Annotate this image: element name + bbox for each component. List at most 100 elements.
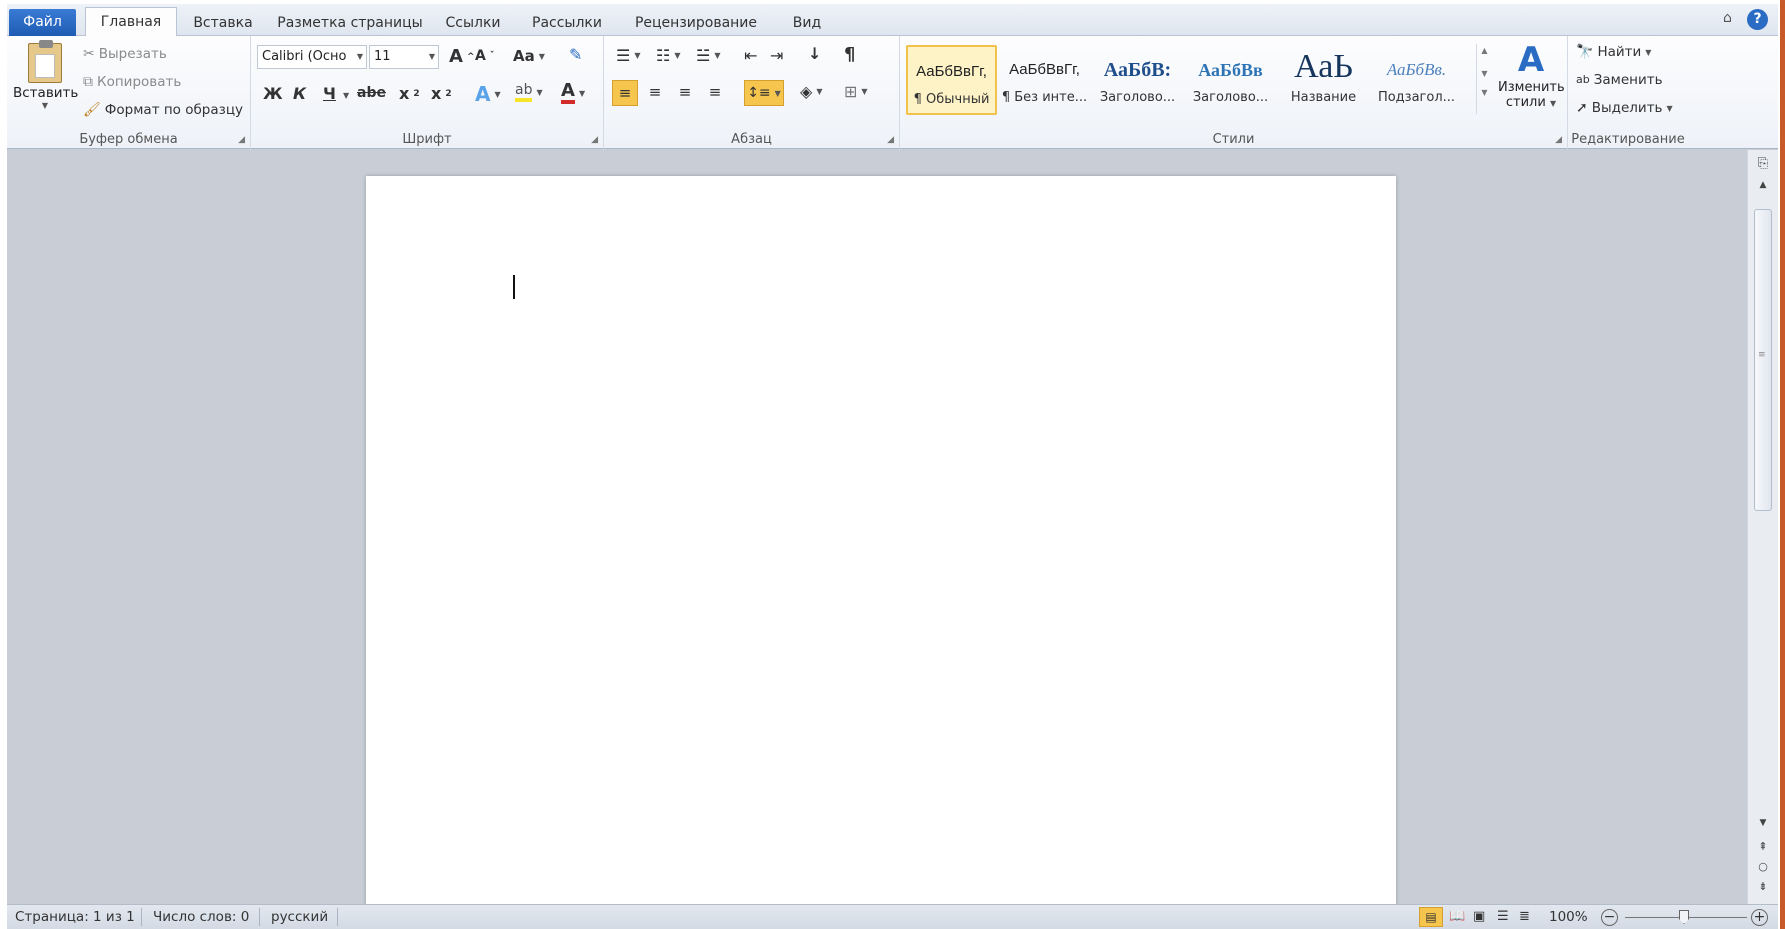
tab-references[interactable]: Ссылки xyxy=(443,11,503,35)
text-effects-icon[interactable]: A ▼ xyxy=(475,82,501,106)
minimize-ribbon-icon[interactable]: ⌂ xyxy=(1723,10,1732,26)
style-item[interactable]: АаБбВв. Подзагол... xyxy=(1371,45,1462,115)
tab-insert[interactable]: Вставка xyxy=(187,11,259,35)
zoom-slider-handle[interactable] xyxy=(1679,910,1689,924)
clear-formatting-icon[interactable]: ✎ xyxy=(569,45,582,64)
style-item[interactable]: АаЬ Название xyxy=(1278,45,1369,115)
font-size-dropdown-icon[interactable]: ▼ xyxy=(429,46,435,68)
vertical-scrollbar[interactable]: ⎘ ▲ ≡ ▼ ⇞ ○ ⇟ xyxy=(1747,150,1778,904)
numbering-button[interactable]: ☷ ▼ xyxy=(656,46,681,65)
underline-dropdown-icon[interactable]: ▼ xyxy=(343,91,349,100)
highlight-button[interactable]: ab ▼ xyxy=(515,82,543,102)
change-case-button[interactable]: Aa ▼ xyxy=(513,47,545,65)
strikethrough-button[interactable]: abe xyxy=(357,85,386,101)
select-browse-object-icon[interactable]: ○ xyxy=(1752,860,1774,873)
copy-button[interactable]: ⧉ Копировать xyxy=(83,72,181,92)
increase-indent-icon[interactable]: ⇥ xyxy=(770,46,783,65)
scroll-thumb[interactable]: ≡ xyxy=(1754,209,1772,511)
cursor-arrow-icon: ➚ xyxy=(1576,100,1588,116)
next-page-icon[interactable]: ⇟ xyxy=(1752,880,1774,893)
scroll-down-icon[interactable]: ▼ xyxy=(1752,818,1774,828)
bullets-button[interactable]: ☰ ▼ xyxy=(616,46,641,65)
help-icon[interactable]: ? xyxy=(1747,9,1768,30)
document-area xyxy=(7,150,1747,916)
font-size-box[interactable]: 11 ▼ xyxy=(369,45,439,69)
find-button[interactable]: 🔭 Найти ▼ xyxy=(1576,42,1651,62)
tab-home[interactable]: Главная xyxy=(85,7,177,37)
tab-page-layout[interactable]: Разметка страницы xyxy=(275,11,425,35)
italic-button[interactable]: К xyxy=(293,84,306,103)
style-item[interactable]: АаБбВ: Заголово... xyxy=(1092,45,1183,115)
styles-more-icon[interactable]: ▼ xyxy=(1477,88,1492,97)
styles-launcher-icon[interactable]: ◢ xyxy=(1555,135,1562,145)
document-page[interactable] xyxy=(366,176,1396,916)
select-button[interactable]: ➚ Выделить ▼ xyxy=(1576,98,1673,118)
zoom-out-icon[interactable]: − xyxy=(1601,909,1618,926)
clipboard-launcher-icon[interactable]: ◢ xyxy=(238,135,245,145)
underline-button[interactable]: Ч xyxy=(323,84,336,103)
zoom-in-icon[interactable]: + xyxy=(1751,909,1768,926)
paragraph-group-label: Абзац xyxy=(731,132,772,147)
align-center-icon[interactable]: ≡ xyxy=(642,83,668,101)
cut-label: Вырезать xyxy=(98,46,167,62)
paragraph-launcher-icon[interactable]: ◢ xyxy=(887,135,894,145)
style-item[interactable]: АаБбВв Заголово... xyxy=(1185,45,1276,115)
tab-file[interactable]: Файл xyxy=(9,9,76,36)
outline-view-icon[interactable]: ☰ xyxy=(1497,909,1509,924)
shading-button[interactable]: ◈ ▼ xyxy=(800,82,822,101)
superscript-button[interactable]: x2 xyxy=(431,84,452,103)
align-right-icon[interactable]: ≡ xyxy=(672,83,698,101)
font-name-dropdown-icon[interactable]: ▼ xyxy=(357,46,363,68)
sort-icon[interactable]: ↓ xyxy=(808,44,821,63)
print-layout-view-icon[interactable]: ▤ xyxy=(1419,907,1443,927)
borders-button[interactable]: ⊞ ▼ xyxy=(844,82,868,101)
style-name: Заголово... xyxy=(1192,90,1269,105)
styles-gallery: АаБбВвГг, ¶ Обычный АаБбВвГг, ¶ Без инте...… xyxy=(906,36,1476,126)
font-size-value: 11 xyxy=(374,49,391,64)
subscript-button[interactable]: x2 xyxy=(399,84,420,103)
word-count[interactable]: Число слов: 0 xyxy=(153,909,249,925)
page-count[interactable]: Страница: 1 из 1 xyxy=(15,909,135,925)
styles-scroll[interactable]: ▲ ▼ ▼ xyxy=(1476,44,1492,114)
tab-view[interactable]: Вид xyxy=(787,11,827,35)
font-launcher-icon[interactable]: ◢ xyxy=(591,135,598,145)
zoom-level[interactable]: 100% xyxy=(1549,909,1588,925)
align-left-icon[interactable]: ≡ xyxy=(612,80,638,106)
draft-view-icon[interactable]: ≣ xyxy=(1519,909,1530,924)
font-name-box[interactable]: Calibri (Осно ▼ xyxy=(257,45,367,69)
window-edge-strip xyxy=(1780,0,1785,929)
previous-page-icon[interactable]: ⇞ xyxy=(1752,840,1774,853)
multilevel-list-button[interactable]: ☱ ▼ xyxy=(696,46,721,65)
justify-icon[interactable]: ≡ xyxy=(702,83,728,101)
brush-icon: 🖌 xyxy=(83,102,101,118)
line-spacing-button[interactable]: ↕≡ ▼ xyxy=(744,80,784,106)
change-styles-button[interactable]: A Изменить стили ▼ xyxy=(1498,40,1565,130)
font-color-button[interactable]: A ▼ xyxy=(561,82,585,104)
grow-font-button[interactable]: A ^ xyxy=(449,46,474,67)
subscript-label: x xyxy=(399,84,410,103)
replace-button[interactable]: ab Заменить xyxy=(1576,70,1663,90)
web-layout-view-icon[interactable]: ▣ xyxy=(1473,909,1485,924)
ruler-toggle-icon[interactable]: ⎘ xyxy=(1752,156,1774,171)
show-formatting-marks-button[interactable]: ¶ xyxy=(844,44,855,65)
paste-button[interactable]: Вставить ▼ xyxy=(13,39,78,119)
language[interactable]: русский xyxy=(271,909,328,925)
scroll-up-icon[interactable]: ▲ xyxy=(1752,180,1774,190)
styles-up-icon[interactable]: ▲ xyxy=(1477,46,1492,55)
full-screen-reading-view-icon[interactable]: 📖 xyxy=(1449,909,1465,924)
paste-dropdown-icon[interactable]: ▼ xyxy=(13,101,77,110)
binoculars-icon: 🔭 xyxy=(1576,44,1594,60)
cut-button[interactable]: ✂ Вырезать xyxy=(83,44,167,64)
bold-button[interactable]: Ж xyxy=(263,84,283,103)
tab-review[interactable]: Рецензирование xyxy=(631,11,761,35)
decrease-indent-icon[interactable]: ⇤ xyxy=(744,46,757,65)
style-item[interactable]: АаБбВвГг, ¶ Без инте... xyxy=(999,45,1090,115)
screen: { "tabs": { "file": "Файл", "home": "Гла… xyxy=(0,0,1785,929)
tab-mailings[interactable]: Рассылки xyxy=(531,11,603,35)
styles-down-icon[interactable]: ▼ xyxy=(1477,69,1492,78)
shrink-font-button[interactable]: Aˇ xyxy=(475,48,494,64)
change-styles-label: Изменить xyxy=(1498,80,1565,95)
ribbon-home: Вставить ▼ ✂ Вырезать ⧉ Копировать 🖌 Формат… xyxy=(7,36,1778,149)
format-painter-button[interactable]: 🖌 Формат по образцу xyxy=(83,100,243,120)
style-item[interactable]: АаБбВвГг, ¶ Обычный xyxy=(906,45,997,115)
